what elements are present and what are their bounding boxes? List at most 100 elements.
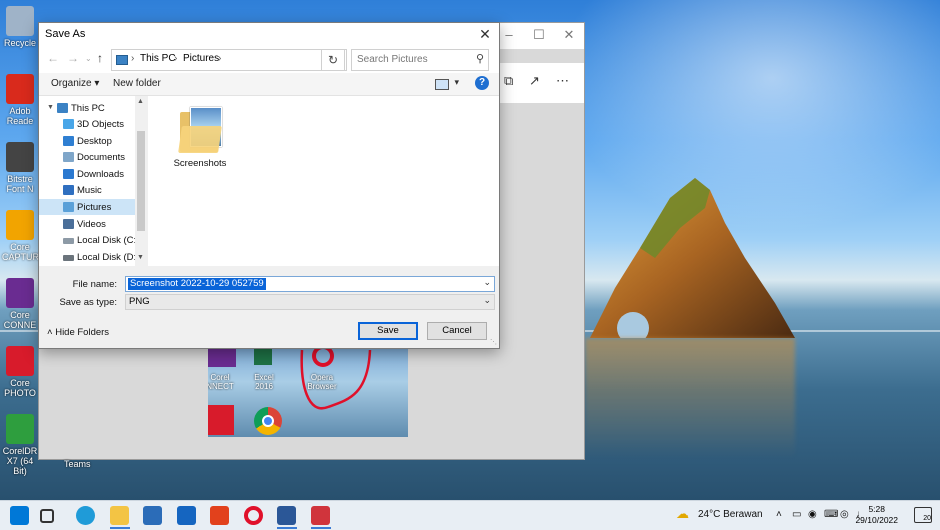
folder-screenshots[interactable]: Screenshots	[170, 104, 230, 169]
close-icon[interactable]: ✕	[471, 23, 499, 45]
desktop-icon-recycle-bin[interactable]: Recycle	[2, 6, 38, 48]
chrome-thumb-icon	[254, 407, 282, 435]
nav-item-desktop[interactable]: Desktop	[39, 133, 135, 149]
scrollbar-thumb[interactable]	[137, 131, 145, 231]
cancel-button[interactable]: Cancel	[427, 322, 487, 340]
scroll-up-icon[interactable]: ▲	[137, 98, 144, 105]
nav-item-label: Documents	[77, 152, 126, 163]
organize-button[interactable]: Organize ▾	[51, 78, 99, 89]
bitstream-font-icon	[6, 142, 34, 172]
desktop-icon-corel-connect[interactable]: Core CONNE	[2, 278, 38, 330]
word-icon[interactable]	[277, 506, 296, 525]
maximize-icon[interactable]: ☐	[524, 27, 554, 43]
notification-center-icon[interactable]: 20	[914, 507, 932, 523]
desktop-icon-label: Core CONNE	[3, 310, 37, 330]
up-arrow-icon[interactable]: ↑	[97, 51, 103, 65]
address-bar[interactable]: › This PC › Pictures › ⌄	[111, 49, 347, 71]
nav-item-label: Downloads	[77, 169, 124, 180]
rock-arch-image	[590, 178, 795, 338]
save-button[interactable]: Save	[358, 322, 418, 340]
close-icon[interactable]: ✕	[554, 27, 584, 43]
corel-connect-icon	[6, 278, 34, 308]
chevron-down-icon[interactable]: ⌄	[483, 277, 491, 288]
windows-start-icon[interactable]	[10, 506, 29, 525]
resize-grip-icon[interactable]: ⋱	[490, 338, 497, 346]
recycle-bin-icon	[6, 6, 34, 36]
share-icon[interactable]: ↗	[529, 73, 540, 89]
forward-arrow-icon[interactable]: →	[67, 51, 79, 65]
save-fields: File name: Screenshot 2022-10-29 052759 …	[39, 266, 499, 348]
adobe-reader-icon	[6, 74, 34, 104]
recent-chevron-icon[interactable]: ⌄	[85, 54, 92, 63]
search-input[interactable]: Search Pictures ⚲	[351, 49, 489, 71]
clock-time: 5:28	[868, 504, 885, 514]
keyboard-icon[interactable]: ⌨	[824, 509, 838, 520]
mail-icon[interactable]	[177, 506, 196, 525]
nav-item-label: Music	[77, 185, 102, 196]
help-icon[interactable]: ?	[475, 76, 489, 90]
weather-icon[interactable]: ☁	[676, 506, 689, 522]
edge-icon[interactable]	[76, 506, 95, 525]
nav-item-downloads[interactable]: Downloads	[39, 166, 135, 182]
nav-item-local-disk-d[interactable]: Local Disk (D:)	[39, 249, 139, 265]
view-options-icon[interactable]	[435, 79, 449, 90]
navigation-bar: ← → ⌄ ↑ › This PC › Pictures › ⌄ ↻ Searc…	[39, 45, 499, 73]
copy-icon[interactable]: ⧉	[504, 73, 513, 89]
store-icon[interactable]	[143, 506, 162, 525]
folder-icon	[178, 104, 222, 156]
nav-item-documents[interactable]: Documents	[39, 149, 135, 165]
breadcrumb-this-pc[interactable]: This PC	[140, 53, 176, 64]
webcam-icon[interactable]: ◉	[808, 509, 817, 520]
save-as-type-label: Save as type:	[59, 297, 117, 308]
nav-item-music[interactable]: Music	[39, 182, 135, 198]
screenshot-preview: Corel NNECT Excel 2016 Opera Browser	[208, 345, 408, 437]
new-folder-button[interactable]: New folder	[113, 78, 161, 89]
nav-item-videos[interactable]: Videos	[39, 216, 135, 232]
battery-icon[interactable]: ▭	[792, 509, 801, 520]
breadcrumb-pictures[interactable]: Pictures	[183, 53, 219, 64]
nav-item-pictures[interactable]: Pictures	[39, 199, 135, 215]
taskbar: ☁ 24°C Berawan ˄ ▭ ◉ ⌨ ◎ ♩ 5:28 29/10/20…	[0, 500, 940, 530]
desktop-icon-coreldraw[interactable]: CorelDR X7 (64 Bit)	[2, 414, 38, 476]
file-explorer-icon[interactable]	[110, 506, 129, 525]
nav-item-label: This PC	[71, 103, 105, 114]
save-as-type-select[interactable]: PNG ⌄	[125, 294, 495, 310]
clock[interactable]: 5:28 29/10/2022	[855, 504, 898, 526]
desktop-icon-corel-photo[interactable]: Core PHOTO	[2, 346, 38, 398]
desktop-icon-adobe-reader[interactable]: Adob Reade	[2, 74, 38, 126]
scroll-down-icon[interactable]: ▼	[137, 254, 144, 261]
this-pc-icon	[57, 103, 68, 113]
thumb-label: Corel NNECT	[208, 373, 234, 391]
nav-item-label: Local Disk (C:)	[77, 235, 140, 246]
office-icon[interactable]	[210, 506, 229, 525]
hide-folders-label: Hide Folders	[55, 327, 110, 338]
desktop-icon-bitstream[interactable]: Bitstre Font N	[2, 142, 38, 194]
file-name-input[interactable]: Screenshot 2022-10-29 052759 ⌄	[125, 276, 495, 292]
downloads-icon	[63, 169, 74, 179]
expand-arrow-icon[interactable]: ▼	[47, 104, 54, 111]
nav-pane-scrollbar[interactable]: ▲ ▼	[135, 96, 147, 266]
refresh-button[interactable]: ↻	[321, 49, 345, 71]
nav-item-3d-objects[interactable]: 3D Objects	[39, 116, 135, 132]
weather-text[interactable]: 24°C Berawan	[698, 509, 763, 520]
network-icon[interactable]: ◎	[840, 509, 849, 520]
chevron-up-icon: ˄	[47, 327, 53, 338]
nav-item-local-disk-c[interactable]: Local Disk (C:)	[39, 232, 139, 248]
view-dropdown-icon[interactable]: ▾	[454, 77, 459, 88]
hide-folders-toggle[interactable]: ˄ Hide Folders	[47, 327, 109, 338]
teams-label[interactable]: Teams	[64, 459, 91, 469]
chevron-up-icon[interactable]: ˄	[776, 509, 782, 520]
search-placeholder: Search Pictures	[357, 54, 428, 65]
back-arrow-icon[interactable]: ←	[47, 51, 59, 65]
thumb-label: Excel 2016	[254, 373, 274, 391]
music-icon	[63, 185, 74, 195]
opera-icon[interactable]	[244, 506, 263, 525]
snipping-tool-icon[interactable]	[311, 506, 330, 525]
desktop-icon-corel-capture[interactable]: Core CAPTUR	[2, 210, 39, 262]
nav-item-this-pc[interactable]: ▼ This PC	[39, 100, 135, 116]
coreldraw-icon	[6, 414, 34, 444]
save-as-dialog: Save As ✕ ← → ⌄ ↑ › This PC › Pictures ›…	[38, 22, 500, 349]
task-view-icon[interactable]	[40, 509, 54, 523]
this-pc-icon	[116, 55, 128, 65]
more-icon[interactable]: ⋯	[556, 73, 569, 89]
